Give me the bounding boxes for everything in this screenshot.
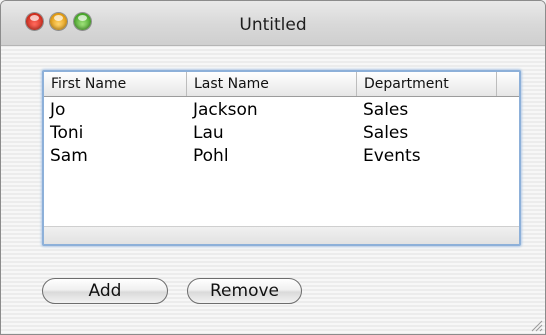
cell-department: Sales	[363, 123, 409, 143]
horizontal-scrollbar[interactable]	[44, 226, 519, 244]
table-row[interactable]: Toni Lau Sales	[44, 122, 519, 145]
column-header-corner	[497, 72, 519, 96]
column-header-last-name[interactable]: Last Name	[187, 72, 357, 96]
cell-first-name: Jo	[50, 100, 66, 120]
table-row[interactable]: Jo Jackson Sales	[44, 99, 519, 122]
resize-grip-icon[interactable]	[529, 318, 543, 332]
cell-first-name: Toni	[50, 123, 84, 143]
column-header-first-name[interactable]: First Name	[44, 72, 187, 96]
cell-department: Sales	[363, 100, 409, 120]
column-header-department[interactable]: Department	[357, 72, 497, 96]
people-table[interactable]: First Name Last Name Department Jo Jacks…	[42, 70, 521, 246]
window-title: Untitled	[239, 15, 307, 35]
title-bar[interactable]: Untitled	[1, 1, 545, 46]
cell-department: Events	[363, 146, 421, 166]
table-header: First Name Last Name Department	[44, 72, 519, 97]
cell-last-name: Pohl	[193, 146, 229, 166]
cell-first-name: Sam	[50, 146, 88, 166]
table-row[interactable]: Sam Pohl Events	[44, 145, 519, 168]
cell-last-name: Jackson	[193, 100, 258, 120]
app-window: Untitled First Name Last Name Department…	[0, 0, 546, 335]
add-button[interactable]: Add	[42, 278, 168, 304]
cell-last-name: Lau	[193, 123, 224, 143]
remove-button[interactable]: Remove	[187, 278, 302, 304]
